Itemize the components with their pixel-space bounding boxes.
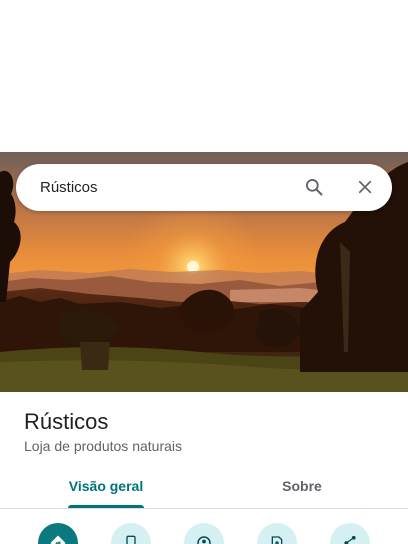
tab-bar: Visão geral Sobre — [0, 466, 408, 509]
place-category: Loja de produtos naturais — [24, 438, 182, 454]
directions-button[interactable] — [38, 523, 78, 544]
phone-icon — [126, 535, 136, 544]
top-blank-area — [0, 0, 408, 152]
tab-about[interactable]: Sobre — [246, 466, 358, 508]
selected-tab-indicator — [68, 505, 144, 508]
call-button[interactable] — [111, 523, 151, 544]
save-button[interactable] — [257, 523, 297, 544]
share-button[interactable] — [330, 523, 370, 544]
clear-search-button[interactable] — [349, 171, 381, 203]
tab-overview[interactable]: Visão geral — [50, 466, 162, 508]
search-bar[interactable]: Rústicos — [16, 164, 392, 211]
search-icon — [306, 179, 323, 196]
directions-icon — [50, 535, 66, 544]
close-icon — [358, 180, 372, 194]
place-info: Rústicos Loja de produtos naturais — [24, 408, 384, 455]
share-icon — [344, 535, 356, 544]
action-row — [0, 520, 408, 544]
location-icon — [197, 536, 211, 544]
nearby-button[interactable] — [184, 523, 224, 544]
search-input[interactable]: Rústicos — [40, 164, 98, 211]
place-title: Rústicos — [24, 409, 109, 434]
save-icon — [271, 536, 283, 544]
search-button[interactable] — [298, 171, 330, 203]
